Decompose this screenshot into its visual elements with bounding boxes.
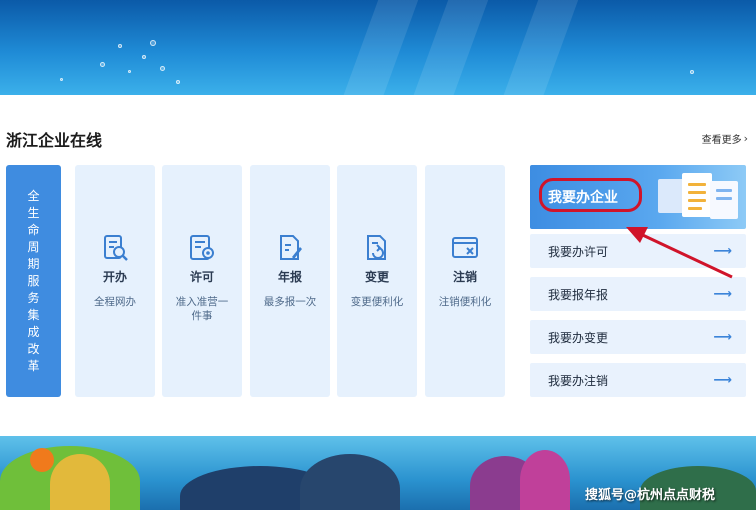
service-card-change[interactable]: 变更 变更便利化 <box>337 165 417 397</box>
window-close-icon <box>452 237 478 258</box>
service-desc: 变更便利化 <box>350 296 404 308</box>
red-annotation-arrow-icon <box>626 227 733 279</box>
service-card-start[interactable]: 开办 全程网办 <box>75 165 155 397</box>
service-desc: 全程网办 <box>94 296 136 308</box>
magnifier-doc-icon <box>104 235 128 261</box>
service-card-cancel[interactable]: 注销 注销便利化 <box>425 165 505 397</box>
header-background-image <box>0 0 756 95</box>
arrow-right-icon: ⟶ <box>713 286 732 302</box>
apply-change-link[interactable]: 我要办变更 ⟶ <box>530 320 746 354</box>
view-more-label: 查看更多 <box>701 135 742 146</box>
service-name: 许可 <box>189 270 214 284</box>
arrow-right-icon: ⟶ <box>713 372 732 388</box>
red-highlight-circle <box>539 178 642 212</box>
refresh-doc-icon <box>367 235 386 260</box>
lifecycle-reform-card[interactable]: 全生命周期服务集成改革 <box>6 165 61 397</box>
service-name: 变更 <box>364 270 389 284</box>
action-label: 我要办注销 <box>548 373 609 388</box>
edit-doc-icon <box>280 235 302 260</box>
view-more-link[interactable]: 查看更多 › <box>702 131 748 146</box>
service-name: 注销 <box>452 270 477 284</box>
service-card-permit[interactable]: 许可 准入准营一件事 <box>162 165 242 397</box>
lifecycle-reform-label: 全生命周期服务集成改革 <box>27 188 40 373</box>
service-desc: 注销便利化 <box>438 296 492 308</box>
service-name: 开办 <box>102 270 127 284</box>
chevron-right-icon: › <box>743 132 748 145</box>
service-name: 年报 <box>277 270 302 284</box>
source-watermark: 搜狐号@杭州点点财税 <box>585 488 716 503</box>
arrow-right-icon: ⟶ <box>713 329 732 345</box>
action-label: 我要办变更 <box>548 330 609 345</box>
action-label: 我要报年报 <box>548 287 609 302</box>
page-title: 浙江企业在线 <box>6 131 103 150</box>
service-desc: 最多报一次 <box>263 296 317 308</box>
apply-cancellation-link[interactable]: 我要办注销 ⟶ <box>530 363 746 397</box>
service-card-annual-report[interactable]: 年报 最多报一次 <box>250 165 330 397</box>
certificate-icon <box>190 235 214 260</box>
service-desc: 准入准营一件事 <box>175 296 229 322</box>
